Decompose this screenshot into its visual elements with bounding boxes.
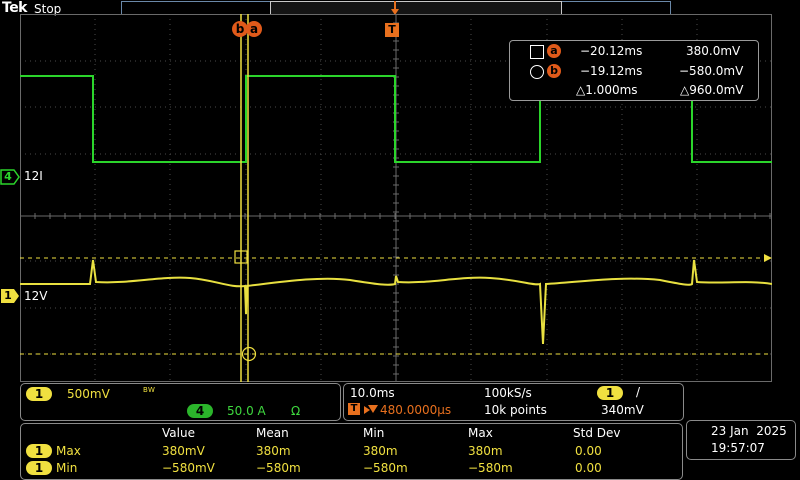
meas-cell: 380m [468, 444, 503, 458]
meas-cell: 0.00 [575, 461, 602, 475]
meas-row-source-badge: 1 [26, 461, 52, 475]
timebase[interactable]: 10.0ms [350, 386, 395, 400]
cursor-a-readout-tag: a [547, 44, 561, 58]
cursor-a-tag[interactable]: a [246, 21, 262, 37]
meas-cell: 380mV [162, 444, 205, 458]
ch1-scale[interactable]: 500mV [67, 387, 110, 401]
meas-row-source-badge: 1 [26, 444, 52, 458]
datetime-panel: 23 Jan 2025 19:57:07 [686, 420, 796, 460]
meas-cell: −580m [363, 461, 408, 475]
trigger-position[interactable]: 480.0000µs [380, 403, 451, 417]
ch1-number: 1 [4, 289, 12, 302]
meas-header-std-dev: Std Dev [573, 426, 621, 440]
horizontal-trigger-panel[interactable]: 10.0ms 100kS/s 1 / T 480.0000µs 10k poin… [343, 383, 684, 421]
trigger-position-arrow-icon [368, 403, 378, 418]
measurements-panel[interactable]: Value Mean Min Max Std Dev 1 Max 380mV 3… [20, 423, 683, 480]
date: 23 Jan 2025 [711, 424, 787, 438]
trigger-position-icon [391, 0, 399, 15]
meas-row-name[interactable]: Min [56, 461, 77, 475]
trigger-position-badge: T [348, 403, 370, 417]
ch1-badge[interactable]: 1 [26, 387, 52, 401]
cursor-b-value: −580.0mV [679, 64, 744, 78]
meas-header-mean: Mean [256, 426, 289, 440]
cursor-b-readout-tag: b [547, 64, 561, 78]
trigger-source-badge[interactable]: 1 [597, 386, 623, 400]
trigger-marker[interactable]: T [385, 23, 399, 37]
meas-cell: −580mV [162, 461, 215, 475]
ch4-scale[interactable]: 50.0 A [227, 404, 266, 418]
time: 19:57:07 [711, 441, 765, 455]
cursor-a-value: 380.0mV [686, 44, 741, 58]
cursor-b-time: −19.12ms [580, 64, 643, 78]
delta-value: △960.0mV [680, 83, 744, 97]
trigger-slope-icon: / [636, 385, 641, 399]
bandwidth-limit-mark: B W [143, 386, 155, 394]
delta-time: △1.000ms [576, 83, 638, 97]
meas-header-min: Min [363, 426, 385, 440]
meas-header-max: Max [468, 426, 493, 440]
circle-cursor-icon [530, 65, 544, 79]
impedance-icon: Ω [291, 404, 301, 418]
trigger-t-icon: T [348, 403, 360, 415]
meas-cell: −580m [468, 461, 513, 475]
ch1-label: 12V [24, 289, 48, 303]
record-length: 10k points [484, 403, 547, 417]
ch4-badge[interactable]: 4 [187, 404, 213, 418]
vertical-settings-panel[interactable]: 1 500mV B W 4 50.0 A Ω [20, 383, 341, 421]
ch4-label: 12I [24, 169, 43, 183]
meas-cell: 380m [363, 444, 398, 458]
meas-cell: 380m [256, 444, 291, 458]
ch4-number: 4 [4, 170, 12, 183]
meas-header-value: Value [162, 426, 195, 440]
trigger-level[interactable]: 340mV [601, 403, 644, 417]
meas-cell: 0.00 [575, 444, 602, 458]
meas-cell: −580m [256, 461, 301, 475]
cursor-a-time: −20.12ms [580, 44, 643, 58]
ch4-position-marker[interactable]: 4 [0, 169, 20, 189]
sample-rate: 100kS/s [484, 386, 532, 400]
square-cursor-icon [530, 45, 544, 59]
meas-row-name[interactable]: Max [56, 444, 81, 458]
cursor-readout[interactable]: a −20.12ms 380.0mV b −19.12ms −580.0mV △… [509, 40, 759, 101]
ch1-position-marker[interactable]: 1 [0, 288, 20, 308]
record-view-window[interactable] [270, 1, 562, 15]
